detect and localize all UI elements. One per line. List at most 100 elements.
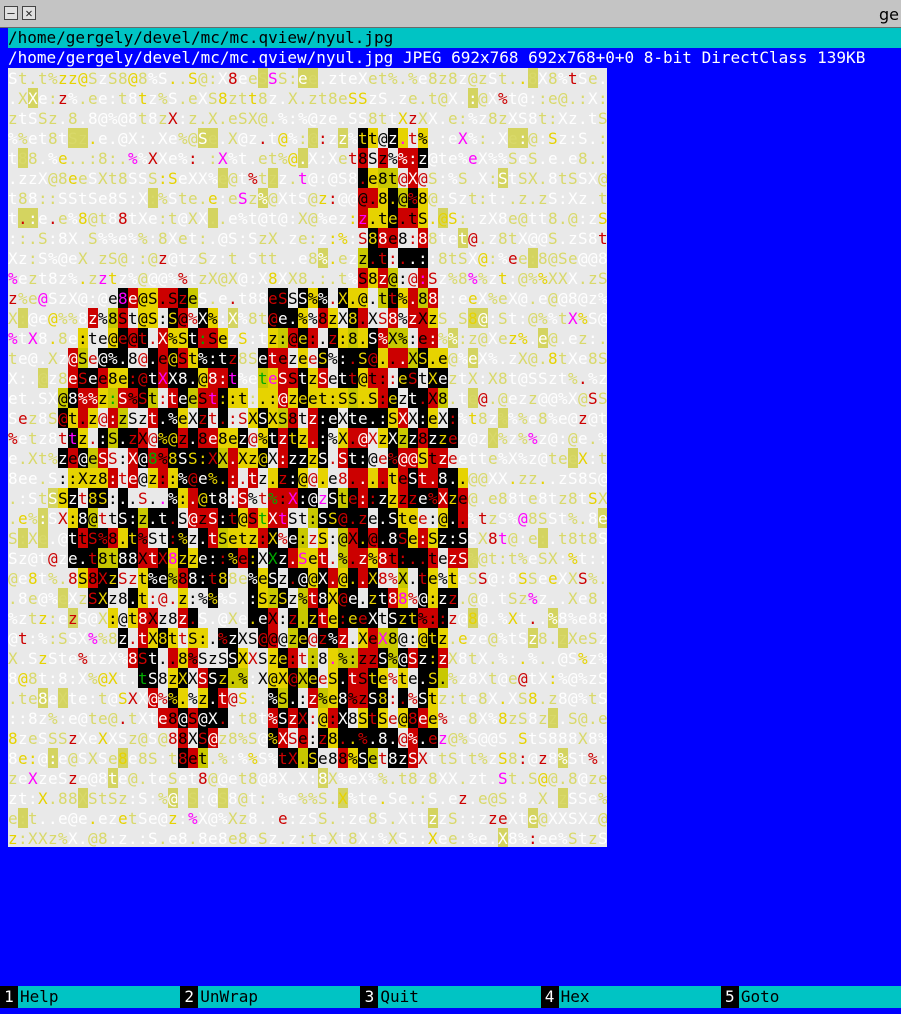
- art-glyph: z: [488, 509, 498, 528]
- window-titlebar[interactable]: – ✕ ge: [0, 0, 901, 28]
- art-glyph: 8: [158, 629, 168, 648]
- art-glyph: S: [88, 169, 98, 188]
- art-glyph: 8: [368, 229, 378, 248]
- art-glyph: S: [458, 549, 468, 568]
- art-glyph: z: [58, 549, 68, 568]
- art-glyph: 8: [28, 569, 38, 588]
- art-glyph: z: [388, 489, 398, 508]
- art-glyph: @: [278, 389, 288, 408]
- art-glyph: X: [208, 709, 218, 728]
- art-glyph: .: [518, 69, 528, 88]
- art-glyph: %: [198, 349, 208, 368]
- art-glyph: t: [128, 609, 138, 628]
- art-glyph: 8: [558, 729, 568, 748]
- art-glyph: :: [448, 529, 458, 548]
- art-glyph: z: [288, 589, 298, 608]
- art-glyph: S: [318, 789, 328, 808]
- art-glyph: :: [538, 129, 548, 148]
- art-glyph: S: [488, 69, 498, 88]
- art-glyph: 8: [108, 309, 118, 328]
- art-glyph: @: [528, 309, 538, 328]
- art-glyph: %: [488, 349, 498, 368]
- art-glyph: 8: [118, 169, 128, 188]
- art-glyph: t: [218, 689, 228, 708]
- art-glyph: z: [18, 609, 28, 628]
- art-glyph: X: [88, 749, 98, 768]
- art-glyph: .: [218, 109, 228, 128]
- art-glyph: .: [378, 469, 388, 488]
- ascii-image-view[interactable]: St. t% z z @ Sz S 8 @8% S.. S @: X 8 e e S S S: e e. z t e Xe t%.…: [8, 68, 607, 847]
- art-glyph: S: [588, 309, 598, 328]
- art-glyph: .: [478, 489, 488, 508]
- art-glyph: S: [578, 229, 588, 248]
- art-glyph: %: [578, 689, 588, 708]
- art-glyph: %: [18, 129, 28, 148]
- art-glyph: S: [568, 709, 578, 728]
- art-glyph: X: [498, 129, 508, 148]
- art-glyph: :: [18, 829, 28, 847]
- art-glyph: :: [578, 209, 588, 228]
- art-glyph: 8: [318, 769, 328, 788]
- art-glyph: %: [398, 309, 408, 328]
- art-glyph: :: [278, 609, 288, 628]
- art-glyph: @: [388, 269, 398, 288]
- art-glyph: S: [348, 389, 358, 408]
- hex-key[interactable]: 4 Hex: [540, 986, 721, 1008]
- art-glyph: X: [478, 709, 488, 728]
- art-glyph: t: [128, 309, 138, 328]
- goto-key[interactable]: 5 Goto: [720, 986, 901, 1008]
- art-glyph: .: [298, 89, 308, 108]
- art-glyph: S: [598, 689, 607, 708]
- art-glyph: @: [518, 669, 528, 688]
- help-key[interactable]: 1 Help: [0, 986, 180, 1008]
- art-glyph: z: [558, 129, 568, 148]
- art-glyph: X: [358, 629, 368, 648]
- art-glyph: z: [318, 629, 328, 648]
- unwrap-key[interactable]: 2 UnWrap: [180, 986, 360, 1008]
- art-glyph: X: [478, 289, 488, 308]
- minimize-icon[interactable]: –: [4, 6, 18, 20]
- art-glyph: e: [308, 349, 318, 368]
- art-glyph: .: [168, 509, 178, 528]
- art-glyph: t: [148, 769, 158, 788]
- art-glyph: z: [548, 689, 558, 708]
- art-glyph: X: [478, 529, 488, 548]
- art-glyph: 8: [248, 309, 258, 328]
- art-glyph: z: [508, 709, 518, 728]
- art-glyph: S: [198, 669, 208, 688]
- art-glyph: 8: [518, 789, 528, 808]
- art-glyph: e: [378, 449, 388, 468]
- art-glyph: S: [238, 409, 248, 428]
- art-glyph: z: [478, 109, 488, 128]
- art-glyph: e: [118, 369, 128, 388]
- art-glyph: S: [528, 369, 538, 388]
- art-glyph: :: [318, 129, 328, 148]
- art-glyph: 8: [98, 469, 108, 488]
- art-glyph: t: [98, 689, 108, 708]
- art-glyph: .: [408, 249, 418, 268]
- quit-key[interactable]: 3 Quit: [360, 986, 540, 1008]
- art-glyph: S: [568, 469, 578, 488]
- art-glyph: t: [578, 529, 588, 548]
- art-glyph: X: [518, 229, 528, 248]
- art-glyph: X: [568, 629, 578, 648]
- art-glyph: @: [28, 309, 38, 328]
- art-glyph: @: [448, 729, 458, 748]
- art-glyph: z: [188, 529, 198, 548]
- art-glyph: S: [288, 369, 298, 388]
- art-glyph: t: [398, 669, 408, 688]
- art-glyph: S: [118, 689, 128, 708]
- art-glyph: e: [28, 469, 38, 488]
- art-glyph: .: [198, 529, 208, 548]
- art-glyph: X: [68, 589, 78, 608]
- art-glyph: .: [488, 649, 498, 668]
- close-icon[interactable]: ✕: [22, 6, 36, 20]
- art-glyph: %: [348, 789, 358, 808]
- art-glyph: e: [468, 289, 478, 308]
- art-glyph: :: [438, 289, 448, 308]
- art-glyph: .: [188, 429, 198, 448]
- art-glyph: X: [198, 809, 208, 828]
- function-key-bar: 1 Help 2 UnWrap 3 Quit 4 Hex 5 Goto: [0, 986, 901, 1008]
- art-glyph: z: [408, 489, 418, 508]
- art-glyph: @: [298, 569, 308, 588]
